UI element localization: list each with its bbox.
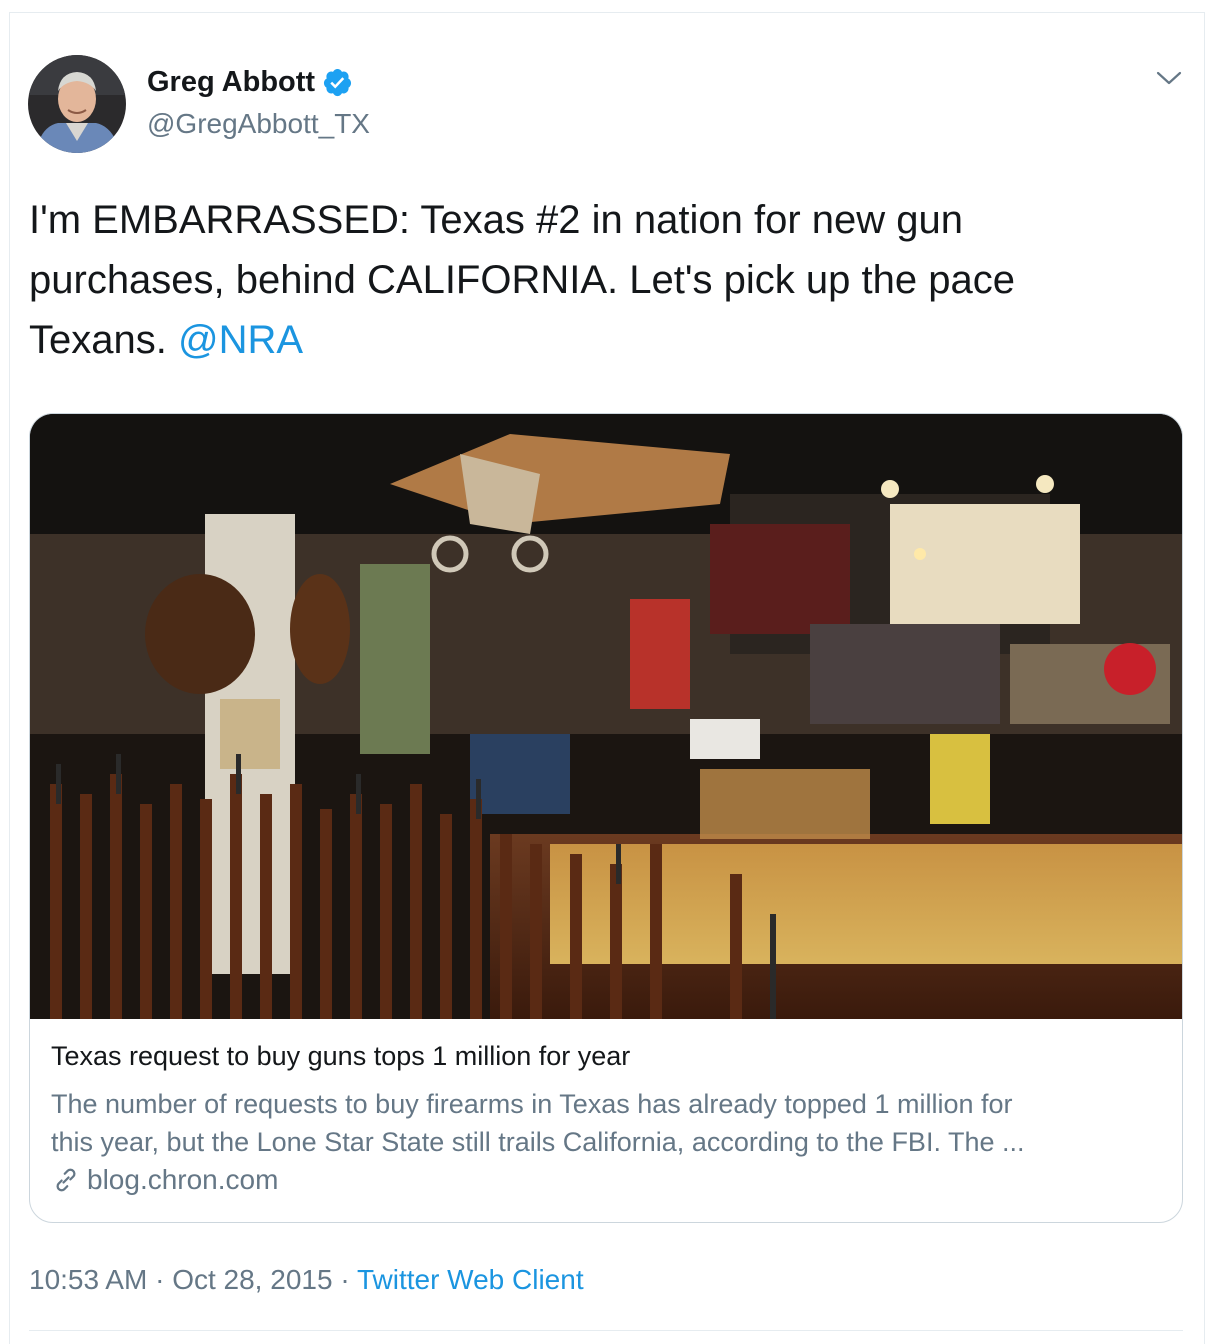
tweet-meta: 10:53 AM · Oct 28, 2015 · Twitter Web Cl… [29, 1264, 584, 1296]
card-domain[interactable]: blog.chron.com [51, 1164, 278, 1196]
card-description-line: this year, but the Lone Star State still… [51, 1127, 1025, 1157]
meta-separator: · [155, 1264, 165, 1295]
link-icon [56, 1168, 76, 1192]
verified-badge-icon [324, 68, 352, 97]
card-image[interactable] [30, 414, 1183, 1019]
tweet-text: I'm EMBARRASSED: Texas #2 in nation for … [29, 190, 1159, 370]
author-row[interactable]: Greg Abbott [147, 66, 353, 99]
tweet-date[interactable]: Oct 28, 2015 [172, 1264, 332, 1295]
divider [29, 1330, 1183, 1331]
chevron-down-icon[interactable] [1156, 68, 1182, 88]
avatar[interactable] [28, 55, 126, 153]
tweet-source-link[interactable]: Twitter Web Client [357, 1264, 584, 1295]
link-card[interactable]: Texas request to buy guns tops 1 million… [29, 413, 1183, 1223]
meta-separator: · [340, 1264, 350, 1295]
card-title[interactable]: Texas request to buy guns tops 1 million… [51, 1041, 630, 1072]
author-name[interactable]: Greg Abbott [147, 66, 315, 99]
card-description-line: The number of requests to buy firearms i… [51, 1089, 1013, 1119]
card-description: The number of requests to buy firearms i… [51, 1085, 1161, 1161]
author-handle[interactable]: @GregAbbott_TX [147, 108, 370, 140]
mention-link[interactable]: @NRA [178, 318, 303, 362]
tweet-body: I'm EMBARRASSED: Texas #2 in nation for … [29, 198, 1015, 362]
tweet-time[interactable]: 10:53 AM [29, 1264, 147, 1295]
card-domain-text[interactable]: blog.chron.com [87, 1164, 278, 1196]
